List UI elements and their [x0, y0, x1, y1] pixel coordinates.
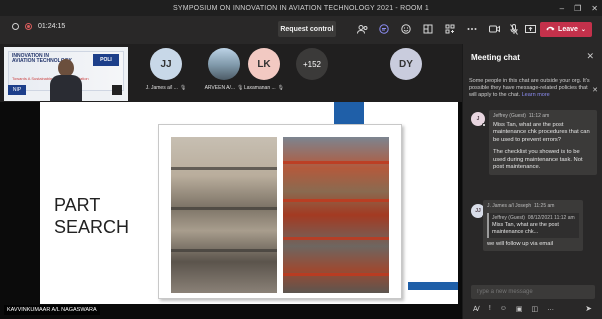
chat-message[interactable]: Jeffrey (Guest) 11:12 am Miss Tan, what …	[489, 110, 597, 175]
participant-video	[50, 59, 82, 101]
message-time: 11:12 am	[528, 113, 550, 119]
message-time: 11:25 am	[533, 203, 555, 209]
close-icon[interactable]: ✕	[586, 51, 594, 62]
participant-tile[interactable]: DY	[378, 48, 434, 100]
slide-title-line: SEARCH	[54, 217, 130, 237]
minimize-button[interactable]: –	[560, 4, 564, 13]
overflow-count: +152	[296, 48, 328, 80]
quote-text: Miss Tan, what are the post maintenance …	[492, 221, 559, 235]
chat-header: Meeting chat	[471, 53, 520, 62]
external-org-notice: Some people in this chat are outside you…	[469, 78, 591, 99]
rooms-icon[interactable]	[422, 23, 434, 35]
maximize-button[interactable]: ❐	[574, 4, 581, 13]
more-options-icon[interactable]: …	[547, 305, 554, 313]
slide-title: PART SEARCH	[54, 194, 129, 238]
sticker-icon[interactable]: ◫	[532, 305, 539, 313]
request-control-button[interactable]: Request control	[278, 21, 336, 37]
avatar-initials: J	[476, 116, 480, 122]
tile-badge-icon	[112, 85, 122, 95]
shelf-photo	[171, 137, 277, 293]
more-icon[interactable]	[466, 23, 478, 35]
quote-sender: Jeffrey (Guest)	[492, 214, 525, 221]
reactions-icon[interactable]	[400, 23, 412, 35]
presence-dot	[482, 123, 486, 127]
dismiss-notice-icon[interactable]: ✕	[592, 86, 598, 94]
tile-logo: NIP	[8, 85, 26, 95]
title-bar: SYMPOSIUM ON INNOVATION IN AVIATION TECH…	[0, 0, 602, 16]
message-sender: J. James a/l Joseph	[487, 203, 532, 209]
avatar: LK	[248, 48, 280, 80]
attach-icon[interactable]: !	[489, 305, 491, 313]
photo-frame	[158, 124, 402, 299]
status-circle-icon	[12, 23, 19, 30]
window-title: SYMPOSIUM ON INNOVATION IN AVIATION TECH…	[173, 4, 429, 12]
leave-button[interactable]: Leave ⌄	[540, 22, 592, 37]
meeting-timer: 01:24:15	[38, 23, 66, 30]
share-icon[interactable]	[524, 23, 536, 35]
chat-message[interactable]: J. James a/l Joseph 11:25 am Jeffrey (Gu…	[483, 200, 583, 251]
shared-screen: PART SEARCH KAVVINKUMAAR A/L NAGASWARA	[0, 102, 462, 319]
overflow-participants[interactable]: +152	[284, 48, 340, 100]
slide-title-line: PART	[54, 195, 101, 215]
send-icon[interactable]: ➤	[585, 304, 592, 313]
polytechnic-logo: POLI	[93, 54, 119, 66]
avatar-initials: JJ	[475, 208, 481, 214]
message-sender: Jeffrey (Guest)	[493, 113, 526, 119]
participant-name: J. James a/l ...	[145, 85, 178, 91]
leave-label: Leave	[558, 26, 578, 33]
phone-hangup-icon	[546, 26, 555, 33]
message-text: The checklist you showed is to be used d…	[493, 149, 583, 170]
participant-strip: INNOVATION IN AVIATION TECHNOLOGY POLI T…	[0, 44, 462, 102]
gif-icon[interactable]: ▣	[516, 305, 523, 313]
slide-accent-bottom	[408, 282, 458, 290]
apps-icon[interactable]	[444, 23, 456, 35]
quote-time: 08/12/2021 11:12 am	[527, 214, 575, 221]
participant-name: ARVEEN A/...	[204, 85, 236, 91]
presentation-slide: PART SEARCH	[40, 102, 458, 304]
participant-tile[interactable]: JJ J. James a/l ... 🎙	[138, 48, 194, 100]
mic-off-icon: 🎙	[179, 85, 187, 91]
mic-icon[interactable]	[508, 23, 520, 35]
close-window-button[interactable]: ✕	[591, 4, 598, 13]
camera-icon[interactable]	[488, 23, 500, 35]
recording-icon	[25, 23, 32, 30]
learn-more-link[interactable]: Learn more	[522, 92, 550, 98]
meeting-toolbar: 01:24:15 Request control Leave ⌄	[0, 16, 602, 44]
quoted-message[interactable]: Jeffrey (Guest) 08/12/2021 11:12 am Miss…	[487, 212, 579, 238]
avatar: JJ	[150, 48, 182, 80]
presenter-name-label: KAVVINKUMAAR A/L NAGASWARA	[4, 305, 100, 315]
participant-name: Laxamanan ...	[243, 85, 276, 91]
people-icon[interactable]	[356, 23, 368, 35]
avatar: DY	[390, 48, 422, 80]
message-text: we will follow up via email	[487, 240, 554, 247]
meeting-chat-panel: Meeting chat ✕ Some people in this chat …	[462, 44, 602, 319]
self-video-tile[interactable]: INNOVATION IN AVIATION TECHNOLOGY POLI T…	[4, 47, 128, 101]
rack-photo	[283, 137, 389, 293]
avatar: J	[471, 112, 486, 127]
chevron-down-icon: ⌄	[580, 27, 586, 33]
message-text: Miss Tan, what are the post maintenance …	[493, 121, 590, 143]
emoji-icon[interactable]: ☺	[500, 305, 507, 313]
compose-toolbar: Ꜹ ! ☺ ▣ ◫ …	[473, 305, 554, 313]
message-input[interactable]	[471, 285, 595, 299]
chat-icon[interactable]	[378, 23, 390, 35]
format-icon[interactable]: Ꜹ	[473, 305, 480, 313]
